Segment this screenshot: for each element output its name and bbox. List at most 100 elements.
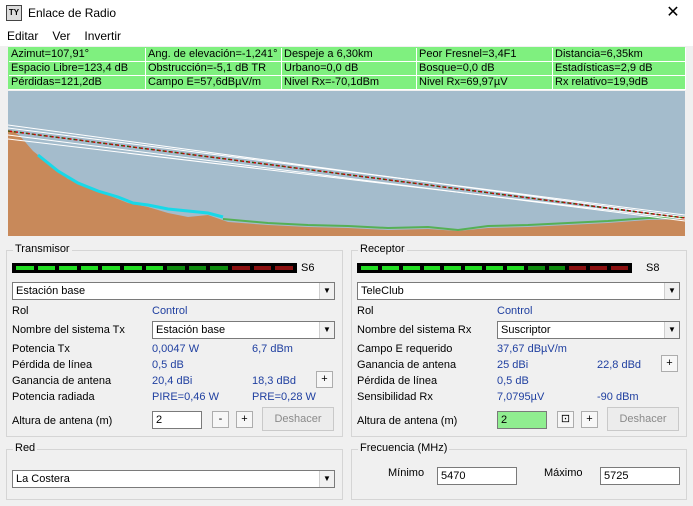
rx-row-label: Pérdida de línea xyxy=(357,375,438,387)
info-rx-level-dbm: Nivel Rx=-70,1dBm xyxy=(282,76,417,90)
rx-undo-button[interactable]: Deshacer xyxy=(607,407,679,431)
transmitter-title: Transmisor xyxy=(13,243,72,255)
signal-segment xyxy=(80,266,99,270)
rx-station-value: TeleClub xyxy=(361,285,404,297)
info-free-space: Espacio Libre=123,4 dB xyxy=(9,62,146,76)
tx-system-value: Estación base xyxy=(156,324,226,336)
menu-bar: Editar Ver Invertir xyxy=(0,26,693,46)
tx-height-label: Altura de antena (m) xyxy=(12,415,113,427)
info-distance: Distancia=6,35km xyxy=(553,48,686,62)
signal-segment xyxy=(444,266,462,270)
tx-height-input[interactable]: 2 xyxy=(152,411,202,429)
tx-row-value1: 0,5 dB xyxy=(152,359,184,371)
terrain-profile-graphic xyxy=(8,124,685,236)
info-rx-relative: Rx relativo=19,9dB xyxy=(553,76,686,90)
tx-system-label: Nombre del sistema Tx xyxy=(12,324,125,336)
frequency-title: Frecuencia (MHz) xyxy=(358,442,450,454)
rx-height-input[interactable]: 2 xyxy=(497,411,547,429)
menu-ver[interactable]: Ver xyxy=(45,29,77,43)
tx-station-value: Estación base xyxy=(16,285,86,297)
freq-min-input[interactable]: 5470 xyxy=(437,467,517,485)
chevron-down-icon[interactable]: ▼ xyxy=(664,283,679,299)
tx-row-label: Potencia Tx xyxy=(12,343,70,355)
tx-row-value2: PRE=0,28 W xyxy=(252,391,316,403)
chevron-down-icon[interactable]: ▼ xyxy=(319,322,334,338)
title-bar: TY Enlace de Radio ✕ xyxy=(0,0,693,26)
rx-row-value1: 37,67 dBµV/m xyxy=(497,343,567,355)
rx-rol-label: Rol xyxy=(357,305,374,317)
info-azimut: Azimut=107,91° xyxy=(9,48,146,62)
network-value: La Costera xyxy=(16,473,70,485)
info-clearance: Despeje a 6,30km xyxy=(282,48,417,62)
tx-height-minus-button[interactable]: - xyxy=(212,411,229,428)
network-select[interactable]: La Costera ▼ xyxy=(12,470,335,488)
rx-system-value: Suscriptor xyxy=(501,324,551,336)
signal-segment xyxy=(275,266,293,270)
info-elevation: Ang. de elevación=-1,241° xyxy=(146,48,282,62)
freq-max-input[interactable]: 5725 xyxy=(600,467,680,485)
signal-segment xyxy=(232,266,250,270)
signal-segment xyxy=(402,266,420,270)
signal-segment xyxy=(548,266,566,270)
info-worst-fresnel: Peor Fresnel=3,4F1 xyxy=(417,48,553,62)
tx-system-select[interactable]: Estación base ▼ xyxy=(152,321,335,339)
signal-segment xyxy=(188,266,207,270)
tx-rol-label: Rol xyxy=(12,305,29,317)
signal-segment xyxy=(569,266,587,270)
rx-row-value1: 0,5 dB xyxy=(497,375,529,387)
signal-segment xyxy=(102,266,121,270)
signal-segment xyxy=(486,266,503,270)
rx-system-select[interactable]: Suscriptor ▼ xyxy=(497,321,680,339)
signal-segment xyxy=(124,266,142,270)
signal-segment xyxy=(527,266,545,270)
signal-segment xyxy=(167,266,185,270)
info-e-field: Campo E=57,6dBµV/m xyxy=(146,76,282,90)
rx-station-select[interactable]: TeleClub ▼ xyxy=(357,282,680,300)
tx-signal-label: S6 xyxy=(301,262,315,274)
tx-gain-plus-button[interactable]: + xyxy=(316,371,333,388)
tx-height-plus-button[interactable]: + xyxy=(236,411,253,428)
receiver-title: Receptor xyxy=(358,243,407,255)
signal-segment xyxy=(210,266,229,270)
close-icon[interactable]: ✕ xyxy=(663,3,683,23)
signal-segment xyxy=(59,266,77,270)
rx-signal-label: S8 xyxy=(646,262,660,274)
signal-segment xyxy=(381,266,399,270)
rx-signal-meter xyxy=(357,263,632,273)
tx-row-label: Potencia radiada xyxy=(12,391,95,403)
info-losses: Pérdidas=121,2dB xyxy=(9,76,146,90)
freq-max-label: Máximo xyxy=(544,467,583,479)
signal-segment xyxy=(361,266,378,270)
signal-segment xyxy=(611,266,628,270)
chevron-down-icon[interactable]: ▼ xyxy=(319,283,334,299)
rx-height-plus-button[interactable]: + xyxy=(581,411,598,428)
rx-row-value1: 7,0795µV xyxy=(497,391,545,403)
tx-row-value1: PIRE=0,46 W xyxy=(152,391,219,403)
rx-row-value1: 25 dBi xyxy=(497,359,529,371)
signal-segment xyxy=(253,266,272,270)
terrain-profile[interactable] xyxy=(8,91,685,236)
signal-segment xyxy=(16,266,34,270)
network-title: Red xyxy=(13,442,38,454)
tx-signal-meter xyxy=(12,263,297,273)
info-urban: Urbano=0,0 dB xyxy=(282,62,417,76)
info-statistics: Estadísticas=2,9 dB xyxy=(553,62,686,76)
rx-gain-plus-button[interactable]: + xyxy=(661,355,678,372)
tx-row-label: Pérdida de línea xyxy=(12,359,93,371)
signal-segment xyxy=(145,266,164,270)
tx-row-value1: 20,4 dBi xyxy=(152,375,193,387)
info-obstruction: Obstrucción=-5,1 dB TR xyxy=(146,62,282,76)
chevron-down-icon[interactable]: ▼ xyxy=(664,322,679,338)
freq-min-label: Mínimo xyxy=(388,467,425,479)
rx-system-label: Nombre del sistema Rx xyxy=(357,324,472,336)
tx-row-value2: 6,7 dBm xyxy=(252,343,293,355)
info-rx-level-uv: Nivel Rx=69,97µV xyxy=(417,76,553,90)
menu-editar[interactable]: Editar xyxy=(0,29,45,43)
tx-station-select[interactable]: Estación base ▼ xyxy=(12,282,335,300)
tx-undo-button[interactable]: Deshacer xyxy=(262,407,334,431)
signal-segment xyxy=(465,266,483,270)
menu-invertir[interactable]: Invertir xyxy=(77,29,128,43)
signal-segment xyxy=(423,266,441,270)
rx-height-box-button[interactable]: ⊡ xyxy=(557,411,574,428)
chevron-down-icon[interactable]: ▼ xyxy=(319,471,334,487)
